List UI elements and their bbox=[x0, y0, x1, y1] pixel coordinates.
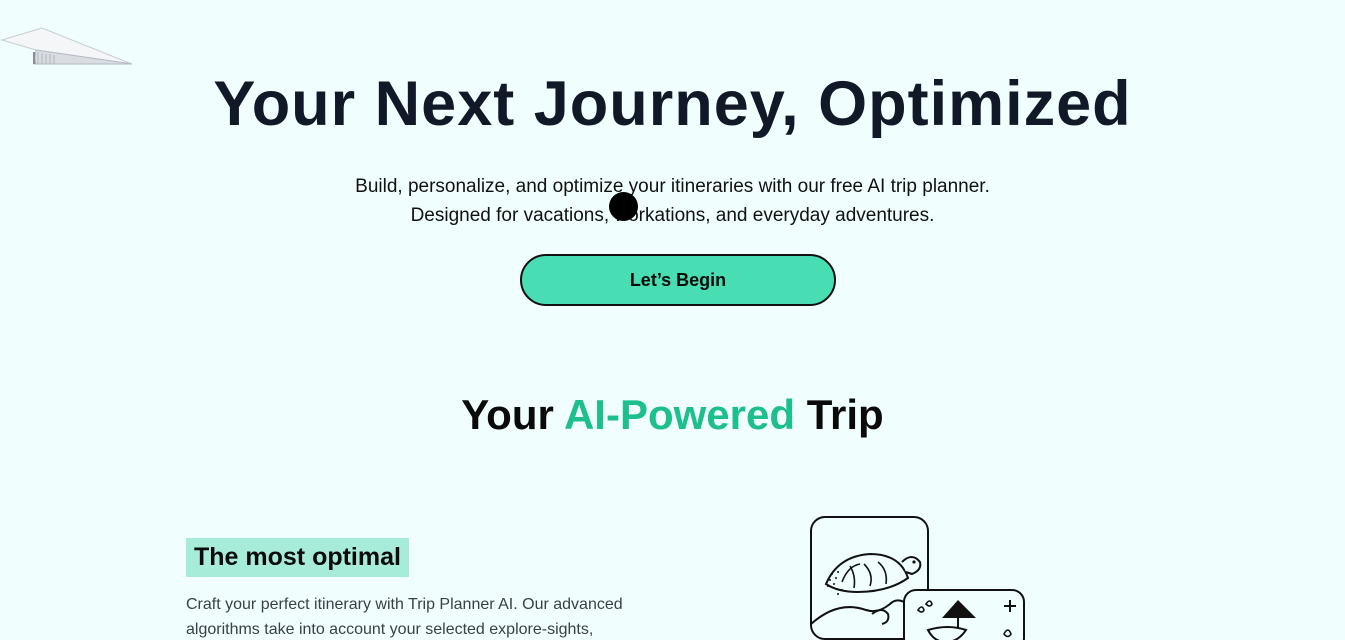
lets-begin-button[interactable]: Let’s Begin bbox=[520, 254, 836, 306]
feature-description: Craft your perfect itinerary with Trip P… bbox=[186, 596, 623, 638]
section-title-suffix: Trip bbox=[806, 391, 884, 438]
landing-page: Your Next Journey, Optimized Build, pers… bbox=[0, 0, 1345, 640]
hero-subtitle-line-2: Designed for vacations, workations, and … bbox=[410, 205, 935, 226]
section-title-accent: AI-Powered bbox=[563, 391, 796, 438]
paper-plane-icon bbox=[0, 27, 133, 65]
section-title-prefix: Your bbox=[461, 391, 554, 438]
travel-illustration-icon bbox=[810, 516, 1025, 640]
feature-tag: The most optimal bbox=[186, 538, 409, 577]
section-title: Your AI-Powered Trip bbox=[0, 388, 1345, 442]
hero-subtitle-line-1: Build, personalize, and optimize your it… bbox=[355, 176, 990, 197]
hero-subtitle: Build, personalize, and optimize your it… bbox=[0, 172, 1345, 230]
cursor-dot bbox=[609, 192, 638, 221]
hero-title: Your Next Journey, Optimized bbox=[213, 69, 1132, 139]
